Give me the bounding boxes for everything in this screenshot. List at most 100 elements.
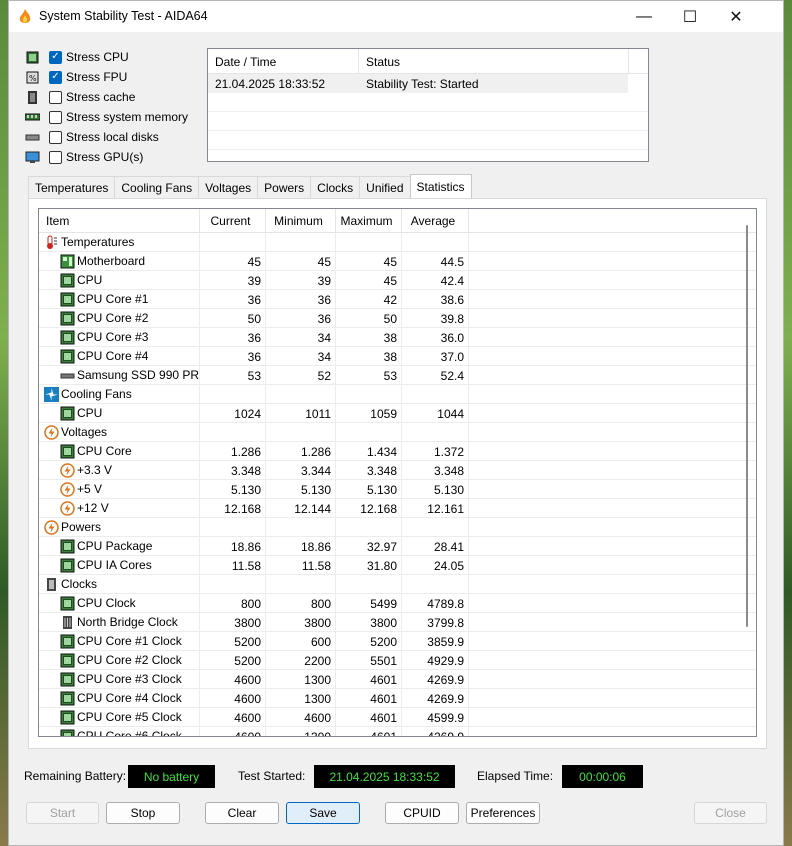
column-header-item[interactable]: Item <box>39 209 200 232</box>
status-log-empty-row <box>208 93 648 112</box>
stress-option[interactable]: ✓ Stress CPU <box>25 47 225 67</box>
item-label: North Bridge Clock <box>77 615 178 629</box>
disk-icon <box>25 130 40 144</box>
stress-option-label[interactable]: Stress GPU(s) <box>66 150 143 164</box>
table-row[interactable]: CPU IA Cores 11.58 11.58 31.80 24.05 <box>39 555 756 575</box>
clear-button[interactable]: Clear <box>205 802 279 824</box>
maximum-value <box>336 232 402 252</box>
table-row[interactable]: CPU Core #5 Clock 4600 4600 4601 4599.9 <box>39 707 756 727</box>
minimum-value: 34 <box>266 327 336 347</box>
table-row[interactable]: +3.3 V 3.348 3.344 3.348 3.348 <box>39 460 756 480</box>
status-log-row[interactable]: 21.04.2025 18:33:52 Stability Test: Star… <box>208 74 628 93</box>
stress-checkbox[interactable] <box>49 110 62 124</box>
average-value <box>402 384 469 404</box>
stress-checkbox[interactable]: ✓ <box>49 50 62 64</box>
tab-clocks[interactable]: Clocks <box>310 176 361 198</box>
cpu-icon <box>60 729 75 736</box>
column-header-maximum[interactable]: Maximum <box>336 209 402 232</box>
stress-option-label[interactable]: Stress system memory <box>66 110 188 124</box>
close-window-button[interactable]: ✕ <box>713 1 759 32</box>
stress-option-label[interactable]: Stress local disks <box>66 130 159 144</box>
table-row[interactable]: +5 V 5.130 5.130 5.130 5.130 <box>39 479 756 499</box>
stress-checkbox[interactable]: ✓ <box>49 70 62 84</box>
voltage-icon <box>60 482 75 497</box>
preferences-button[interactable]: Preferences <box>466 802 540 824</box>
start-button[interactable]: Start <box>26 802 99 824</box>
minimum-value <box>266 384 336 404</box>
table-row[interactable]: CPU 39 39 45 42.4 <box>39 270 756 290</box>
current-value <box>200 232 266 252</box>
table-row[interactable]: CPU Core #6 Clock 4600 1300 4601 4269.9 <box>39 726 756 736</box>
table-row[interactable]: North Bridge Clock 3800 3800 3800 3799.8 <box>39 612 756 632</box>
table-row[interactable]: CPU Core #4 36 34 38 37.0 <box>39 346 756 366</box>
maximum-value: 45 <box>336 270 402 290</box>
maximize-icon: ☐ <box>682 8 698 26</box>
voltage-icon <box>60 463 75 478</box>
average-value: 5.130 <box>402 479 469 499</box>
statistics-table[interactable]: Item Current Minimum Maximum Average Tem… <box>38 208 757 737</box>
stop-button[interactable]: Stop <box>106 802 180 824</box>
vertical-scrollbar[interactable] <box>746 225 748 627</box>
stress-option-label[interactable]: Stress FPU <box>66 70 127 84</box>
maximize-button[interactable]: ☐ <box>667 1 713 32</box>
group-row[interactable]: Voltages <box>39 422 756 442</box>
table-row[interactable]: CPU Core #4 Clock 4600 1300 4601 4269.9 <box>39 688 756 708</box>
current-value: 5200 <box>200 650 266 670</box>
stress-option[interactable]: Stress system memory <box>24 107 225 127</box>
table-row[interactable]: CPU Core #3 36 34 38 36.0 <box>39 327 756 347</box>
table-row[interactable]: CPU Clock 800 800 5499 4789.8 <box>39 593 756 613</box>
table-row[interactable]: CPU 1024 1011 1059 1044 <box>39 403 756 423</box>
column-header-datetime[interactable]: Date / Time <box>208 49 359 73</box>
tab-statistics[interactable]: Statistics <box>409 174 472 198</box>
average-value: 52.4 <box>402 365 469 385</box>
stress-option-label[interactable]: Stress cache <box>66 90 135 104</box>
stress-option[interactable]: Stress cache <box>25 87 225 107</box>
item-cell: CPU Core #6 Clock <box>39 726 200 736</box>
average-value <box>402 574 469 594</box>
group-row[interactable]: Temperatures <box>39 232 756 252</box>
current-value <box>200 517 266 537</box>
title-bar[interactable]: System Stability Test - AIDA64 — ☐ ✕ <box>9 1 783 32</box>
table-row[interactable]: Motherboard 45 45 45 44.5 <box>39 251 756 271</box>
group-row[interactable]: Cooling Fans <box>39 384 756 404</box>
table-row[interactable]: +12 V 12.168 12.144 12.168 12.161 <box>39 498 756 518</box>
table-row[interactable]: CPU Core #1 36 36 42 38.6 <box>39 289 756 309</box>
statistics-rows: Temperatures Motherboard 45 45 45 44.5 CPU 39 39… <box>39 232 756 736</box>
group-row[interactable]: Clocks <box>39 574 756 594</box>
tab-cooling-fans[interactable]: Cooling Fans <box>114 176 200 198</box>
tab-unified[interactable]: Unified <box>359 176 411 198</box>
minimize-button[interactable]: — <box>621 1 667 32</box>
stress-checkbox[interactable] <box>49 130 62 144</box>
tab-powers[interactable]: Powers <box>257 176 312 198</box>
average-value: 38.6 <box>402 289 469 309</box>
battery-label: Remaining Battery: <box>24 769 127 783</box>
column-header-average[interactable]: Average <box>402 209 469 232</box>
table-row[interactable]: CPU Core #2 Clock 5200 2200 5501 4929.9 <box>39 650 756 670</box>
column-header-status[interactable]: Status <box>359 49 629 73</box>
cpuid-button[interactable]: CPUID <box>385 802 459 824</box>
column-header-current[interactable]: Current <box>200 209 266 232</box>
stress-checkbox[interactable] <box>49 150 62 164</box>
group-row[interactable]: Powers <box>39 517 756 537</box>
tab-voltages[interactable]: Voltages <box>198 176 259 198</box>
table-row[interactable]: CPU Core #2 50 36 50 39.8 <box>39 308 756 328</box>
save-button[interactable]: Save <box>286 802 360 824</box>
item-cell: Motherboard <box>39 251 200 271</box>
item-cell: CPU Core #1 <box>39 289 200 309</box>
column-header-minimum[interactable]: Minimum <box>266 209 336 232</box>
stress-checkbox[interactable] <box>49 90 62 104</box>
item-cell: CPU IA Cores <box>39 555 200 575</box>
stress-option[interactable]: Stress GPU(s) <box>25 147 225 167</box>
table-row[interactable]: CPU Core 1.286 1.286 1.434 1.372 <box>39 441 756 461</box>
table-row[interactable]: CPU Core #3 Clock 4600 1300 4601 4269.9 <box>39 669 756 689</box>
stress-option[interactable]: Stress local disks <box>25 127 225 147</box>
close-button[interactable]: Close <box>694 802 767 824</box>
current-value: 53 <box>200 365 266 385</box>
stress-option-label[interactable]: Stress CPU <box>66 50 129 64</box>
table-row[interactable]: CPU Core #1 Clock 5200 600 5200 3859.9 <box>39 631 756 651</box>
status-log-table[interactable]: Date / Time Status 21.04.2025 18:33:52 S… <box>207 48 649 162</box>
stress-option[interactable]: % ✓ Stress FPU <box>25 67 225 87</box>
table-row[interactable]: CPU Package 18.86 18.86 32.97 28.41 <box>39 536 756 556</box>
table-row[interactable]: Samsung SSD 990 PR... 53 52 53 52.4 <box>39 365 756 385</box>
tab-temperatures[interactable]: Temperatures <box>28 176 116 198</box>
